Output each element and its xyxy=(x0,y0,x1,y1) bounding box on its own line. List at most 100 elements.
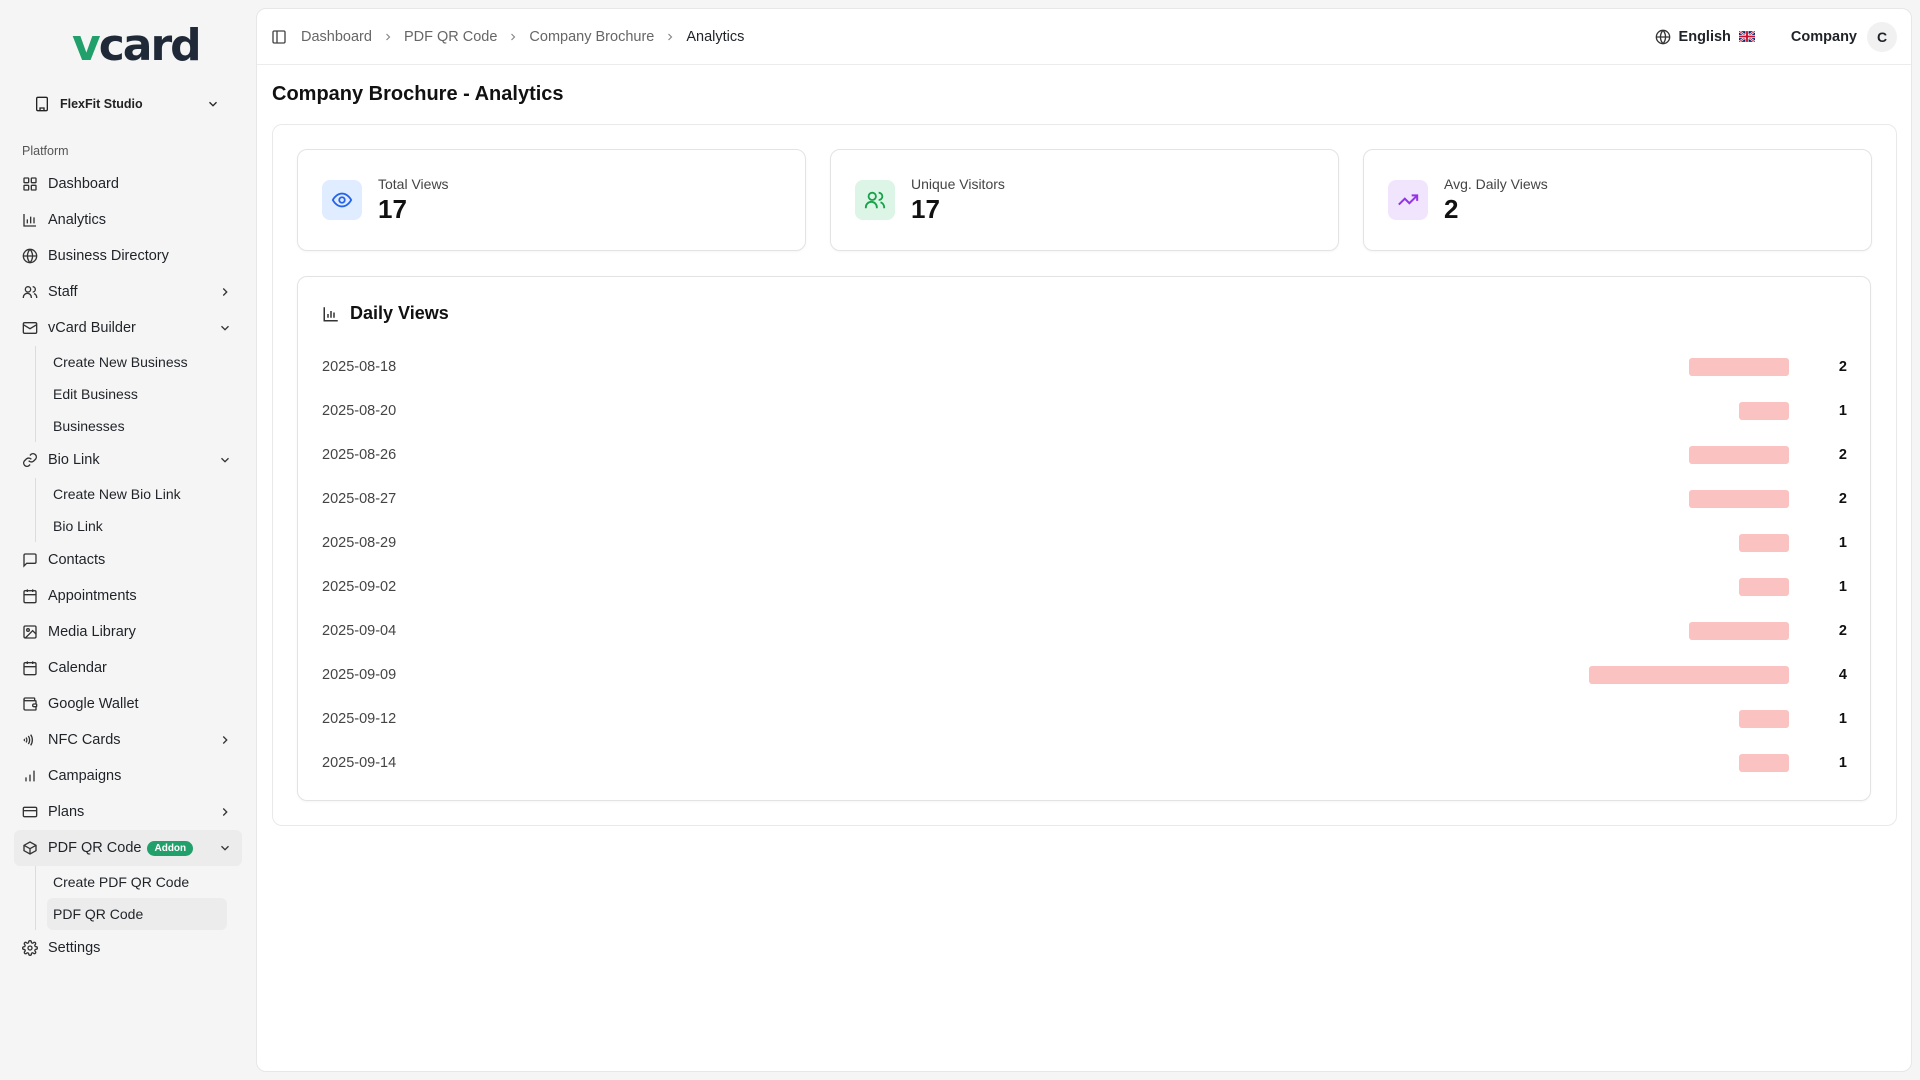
views-bar xyxy=(1739,402,1789,420)
breadcrumb: Dashboard PDF QR Code Company Brochure A… xyxy=(301,29,1655,45)
globe-icon xyxy=(22,248,38,264)
daily-views-row: 2025-09-09 4 xyxy=(322,653,1847,697)
sidebar-item-create-new-bio-link[interactable]: Create New Bio Link xyxy=(47,478,227,510)
stat-label: Total Views xyxy=(378,175,449,192)
sidebar-item-bio-link[interactable]: Bio Link xyxy=(14,442,242,478)
sidebar-item-label: Google Wallet xyxy=(48,696,139,712)
views-value: 2 xyxy=(1838,447,1847,463)
stats-row: Total Views 17 Unique Visitors 17 Avg. D… xyxy=(297,149,1872,251)
team-name: FlexFit Studio xyxy=(60,97,143,111)
date-label: 2025-08-20 xyxy=(322,403,397,419)
chevron-down-icon xyxy=(221,325,229,331)
views-value: 4 xyxy=(1838,667,1847,683)
sidebar: v card FlexFit Studio Platform Dashboard … xyxy=(0,0,256,1080)
views-bar xyxy=(1739,710,1789,728)
eye-icon xyxy=(331,192,353,208)
bio-link-submenu: Create New Bio Link Bio Link xyxy=(35,478,242,542)
sidebar-item-settings[interactable]: Settings xyxy=(14,930,242,966)
views-value: 1 xyxy=(1838,755,1847,771)
box-icon xyxy=(23,841,37,855)
stat-icon-box xyxy=(855,180,895,220)
credit-card-icon xyxy=(22,806,38,818)
sidebar-item-label: Media Library xyxy=(48,624,136,640)
views-value: 1 xyxy=(1838,403,1847,419)
date-label: 2025-08-29 xyxy=(322,535,397,551)
daily-views-row: 2025-08-29 1 xyxy=(322,521,1847,565)
sidebar-item-vcard-builder[interactable]: vCard Builder xyxy=(14,310,242,346)
grid-icon xyxy=(23,177,37,191)
user-name: Company xyxy=(1790,28,1857,45)
chevron-down-icon xyxy=(209,101,217,107)
sidebar-item-create-new-business[interactable]: Create New Business xyxy=(47,346,227,378)
stat-label: Avg. Daily Views xyxy=(1444,175,1548,192)
stat-label: Unique Visitors xyxy=(911,175,1005,192)
avatar: C xyxy=(1867,21,1897,52)
bar-chart-icon xyxy=(25,770,35,782)
sidebar-item-appointments[interactable]: Appointments xyxy=(14,578,242,614)
date-label: 2025-09-09 xyxy=(322,667,397,683)
breadcrumb-dashboard[interactable]: Dashboard xyxy=(301,29,372,45)
sidebar-item-staff[interactable]: Staff xyxy=(14,274,242,310)
sidebar-item-label: Analytics xyxy=(48,212,107,228)
sidebar-item-contacts[interactable]: Contacts xyxy=(14,542,242,578)
section-label-platform: Platform xyxy=(22,144,69,158)
sidebar-toggle-icon[interactable] xyxy=(271,29,287,45)
app-logo[interactable]: v card xyxy=(72,22,202,68)
sidebar-item-label: Campaigns xyxy=(48,768,122,784)
sidebar-item-dashboard[interactable]: Dashboard xyxy=(14,166,242,202)
breadcrumb-company-brochure[interactable]: Company Brochure xyxy=(529,29,654,45)
daily-views-row: 2025-09-02 1 xyxy=(322,565,1847,609)
sidebar-item-label: Bio Link xyxy=(48,452,100,468)
sidebar-item-campaigns[interactable]: Campaigns xyxy=(14,758,242,794)
main-panel: Dashboard PDF QR Code Company Brochure A… xyxy=(256,8,1912,1072)
building-icon xyxy=(36,96,48,112)
date-label: 2025-09-02 xyxy=(322,579,397,595)
sidebar-item-businesses[interactable]: Businesses xyxy=(47,410,227,442)
daily-views-row: 2025-08-20 1 xyxy=(322,389,1847,433)
views-value: 2 xyxy=(1838,491,1847,507)
stat-card-avg-daily-views: Avg. Daily Views 2 xyxy=(1363,149,1872,251)
views-bar xyxy=(1589,666,1789,684)
date-label: 2025-09-14 xyxy=(322,755,397,771)
image-icon xyxy=(23,625,37,639)
sidebar-item-edit-business[interactable]: Edit Business xyxy=(47,378,227,410)
views-value: 2 xyxy=(1838,623,1847,639)
top-bar: Dashboard PDF QR Code Company Brochure A… xyxy=(257,9,1911,65)
team-switcher[interactable]: FlexFit Studio xyxy=(24,90,230,118)
daily-views-row: 2025-08-18 2 xyxy=(322,345,1847,389)
calendar-icon xyxy=(23,589,37,604)
trending-up-icon xyxy=(1398,194,1419,206)
sidebar-item-label: Plans xyxy=(48,804,85,820)
chevron-right-icon xyxy=(222,736,228,744)
sidebar-item-plans[interactable]: Plans xyxy=(14,794,242,830)
language-switcher[interactable]: English xyxy=(1655,29,1755,45)
date-label: 2025-09-04 xyxy=(322,623,397,639)
chevron-right-icon xyxy=(222,808,228,816)
users-icon xyxy=(22,286,38,298)
user-menu[interactable]: Company C xyxy=(1790,21,1897,52)
sidebar-item-analytics[interactable]: Analytics xyxy=(14,202,242,238)
sidebar-item-bio-link-list[interactable]: Bio Link xyxy=(47,510,227,542)
chart-header: Daily Views xyxy=(322,303,449,324)
sidebar-item-label: NFC Cards xyxy=(48,732,121,748)
sidebar-item-media-library[interactable]: Media Library xyxy=(14,614,242,650)
gear-icon xyxy=(22,940,38,956)
sidebar-item-pdf-qr-code[interactable]: PDF QR Code Addon xyxy=(14,830,242,866)
vcard-builder-submenu: Create New Business Edit Business Busine… xyxy=(35,346,242,442)
daily-views-list: 2025-08-18 2 2025-08-20 1 2025-08-26 2 2025-08… xyxy=(322,345,1847,785)
sidebar-item-pdf-qr-code-list[interactable]: PDF QR Code xyxy=(47,898,227,930)
analytics-container: Total Views 17 Unique Visitors 17 Avg. D… xyxy=(272,124,1897,826)
sidebar-item-create-pdf-qr-code[interactable]: Create PDF QR Code xyxy=(47,866,227,898)
views-bar xyxy=(1739,754,1789,772)
daily-views-row: 2025-09-04 2 xyxy=(322,609,1847,653)
sidebar-item-business-directory[interactable]: Business Directory xyxy=(14,238,242,274)
sidebar-item-nfc-cards[interactable]: NFC Cards xyxy=(14,722,242,758)
sidebar-item-google-wallet[interactable]: Google Wallet xyxy=(14,686,242,722)
chevron-down-icon xyxy=(221,845,229,851)
sidebar-item-calendar[interactable]: Calendar xyxy=(14,650,242,686)
sidebar-item-label: Settings xyxy=(48,940,101,956)
breadcrumb-pdf-qr-code[interactable]: PDF QR Code xyxy=(404,29,497,45)
users-icon xyxy=(864,191,886,209)
views-bar xyxy=(1689,446,1789,464)
chevron-right-icon xyxy=(222,288,228,296)
